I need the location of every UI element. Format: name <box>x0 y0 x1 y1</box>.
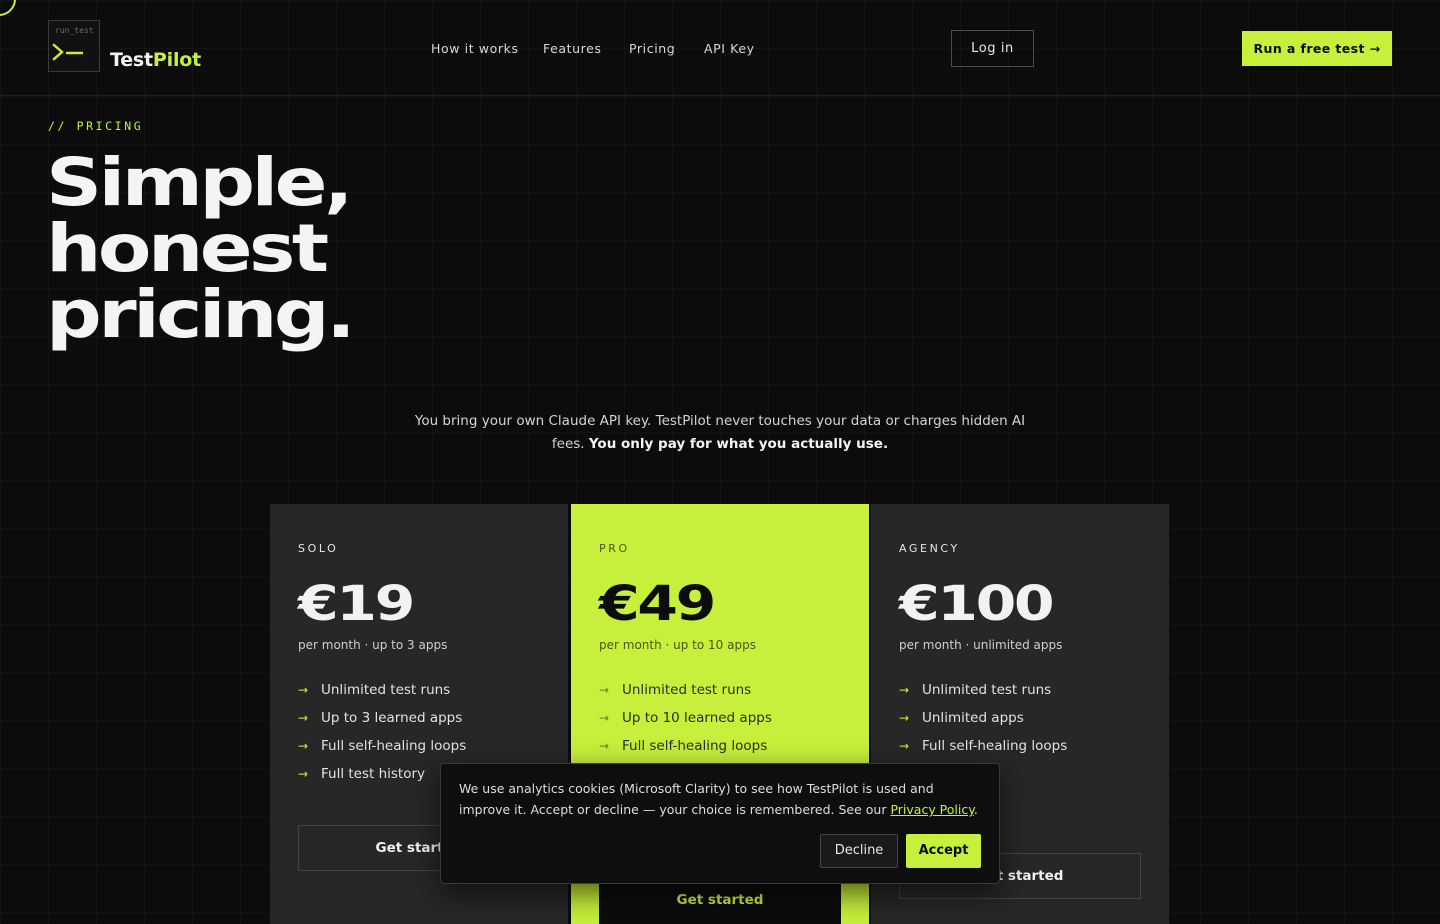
feature-item: → Unlimited test runs <box>599 682 772 710</box>
login-button[interactable]: Log in <box>951 30 1034 67</box>
section-eyebrow: // PRICING <box>48 119 144 133</box>
title-line-1: Simple, <box>46 144 354 221</box>
feature-item: → Unlimited test runs <box>298 682 466 710</box>
lead-paragraph: You bring your own Claude API key. TestP… <box>400 410 1040 456</box>
arrow-right-icon: → <box>899 711 910 725</box>
brand-name-part2: Pilot <box>152 49 202 71</box>
arrow-right-icon: → <box>599 683 610 697</box>
arrow-right-icon: → <box>298 683 309 697</box>
arrow-right-icon: → <box>298 739 309 753</box>
feature-item: → Full self-healing loops <box>298 738 466 766</box>
cookie-text-end: . <box>973 802 978 817</box>
feature-item: → Up to 10 learned apps <box>599 710 772 738</box>
plan-subtitle: per month · up to 3 apps <box>298 638 448 652</box>
feature-item: → Full self-healing loops <box>899 738 1067 766</box>
nav-features[interactable]: Features <box>543 41 602 56</box>
arrow-right-icon: → <box>899 739 910 753</box>
feature-label: Unlimited test runs <box>321 682 451 698</box>
terminal-prompt-icon <box>52 43 83 61</box>
nav-pricing[interactable]: Pricing <box>629 41 675 56</box>
logo-label: run_test <box>55 26 94 35</box>
feature-label: Full self-healing loops <box>622 738 768 754</box>
accept-cookies-button[interactable]: Accept <box>906 834 981 868</box>
arrow-right-icon: → <box>899 683 910 697</box>
privacy-policy-link[interactable]: Privacy Policy <box>890 802 973 817</box>
brand-name-part1: Test <box>110 49 153 71</box>
feature-label: Full self-healing loops <box>922 738 1068 754</box>
plan-features: → Unlimited test runs → Up to 10 learned a… <box>599 682 772 766</box>
cookie-consent-banner: We use analytics cookies (Microsoft Clar… <box>440 763 1000 884</box>
plan-price: €49 <box>599 576 716 632</box>
plan-tier: SOLO <box>298 542 339 555</box>
arrow-right-icon: → <box>599 711 610 725</box>
plan-subtitle: per month · unlimited apps <box>899 638 1063 652</box>
run-free-test-button[interactable]: Run a free test → <box>1242 31 1392 66</box>
cookie-text: We use analytics cookies (Microsoft Clar… <box>459 781 934 817</box>
feature-item: → Up to 3 learned apps <box>298 710 466 738</box>
title-line-2: honest <box>46 210 329 287</box>
plan-price: €19 <box>298 576 415 632</box>
feature-label: Full test history <box>321 766 426 782</box>
plan-tier: PRO <box>599 542 630 555</box>
title-line-3: pricing. <box>46 276 356 353</box>
feature-item: → Unlimited test runs <box>899 682 1067 710</box>
decline-cookies-button[interactable]: Decline <box>820 834 898 868</box>
brand-name[interactable]: TestPilot <box>110 49 201 71</box>
feature-label: Up to 10 learned apps <box>622 710 772 726</box>
plan-subtitle: per month · up to 10 apps <box>599 638 756 652</box>
arrow-right-icon: → <box>298 767 309 781</box>
cookie-message: We use analytics cookies (Microsoft Clar… <box>459 778 983 820</box>
feature-label: Full self-healing loops <box>321 738 467 754</box>
plan-price: €100 <box>899 576 1055 632</box>
lead-bold-text: You only pay for what you actually use. <box>588 436 889 452</box>
plan-tier: AGENCY <box>899 542 960 555</box>
feature-label: Up to 3 learned apps <box>321 710 463 726</box>
get-started-button-pro[interactable]: Get started <box>599 878 841 924</box>
feature-item: → Unlimited apps <box>899 710 1067 738</box>
feature-label: Unlimited test runs <box>622 682 752 698</box>
nav-api-key[interactable]: API Key <box>704 41 755 56</box>
feature-item: → Full self-healing loops <box>599 738 772 766</box>
site-header: run_test TestPilot How it works Features… <box>0 0 1440 96</box>
logo-mark[interactable]: run_test <box>48 20 100 72</box>
arrow-right-icon: → <box>599 739 610 753</box>
nav-how-it-works[interactable]: How it works <box>431 41 519 56</box>
feature-label: Unlimited apps <box>922 710 1024 726</box>
arrow-right-icon: → <box>298 711 309 725</box>
feature-label: Unlimited test runs <box>922 682 1052 698</box>
page-title: Simple, honest pricing. <box>46 144 356 353</box>
